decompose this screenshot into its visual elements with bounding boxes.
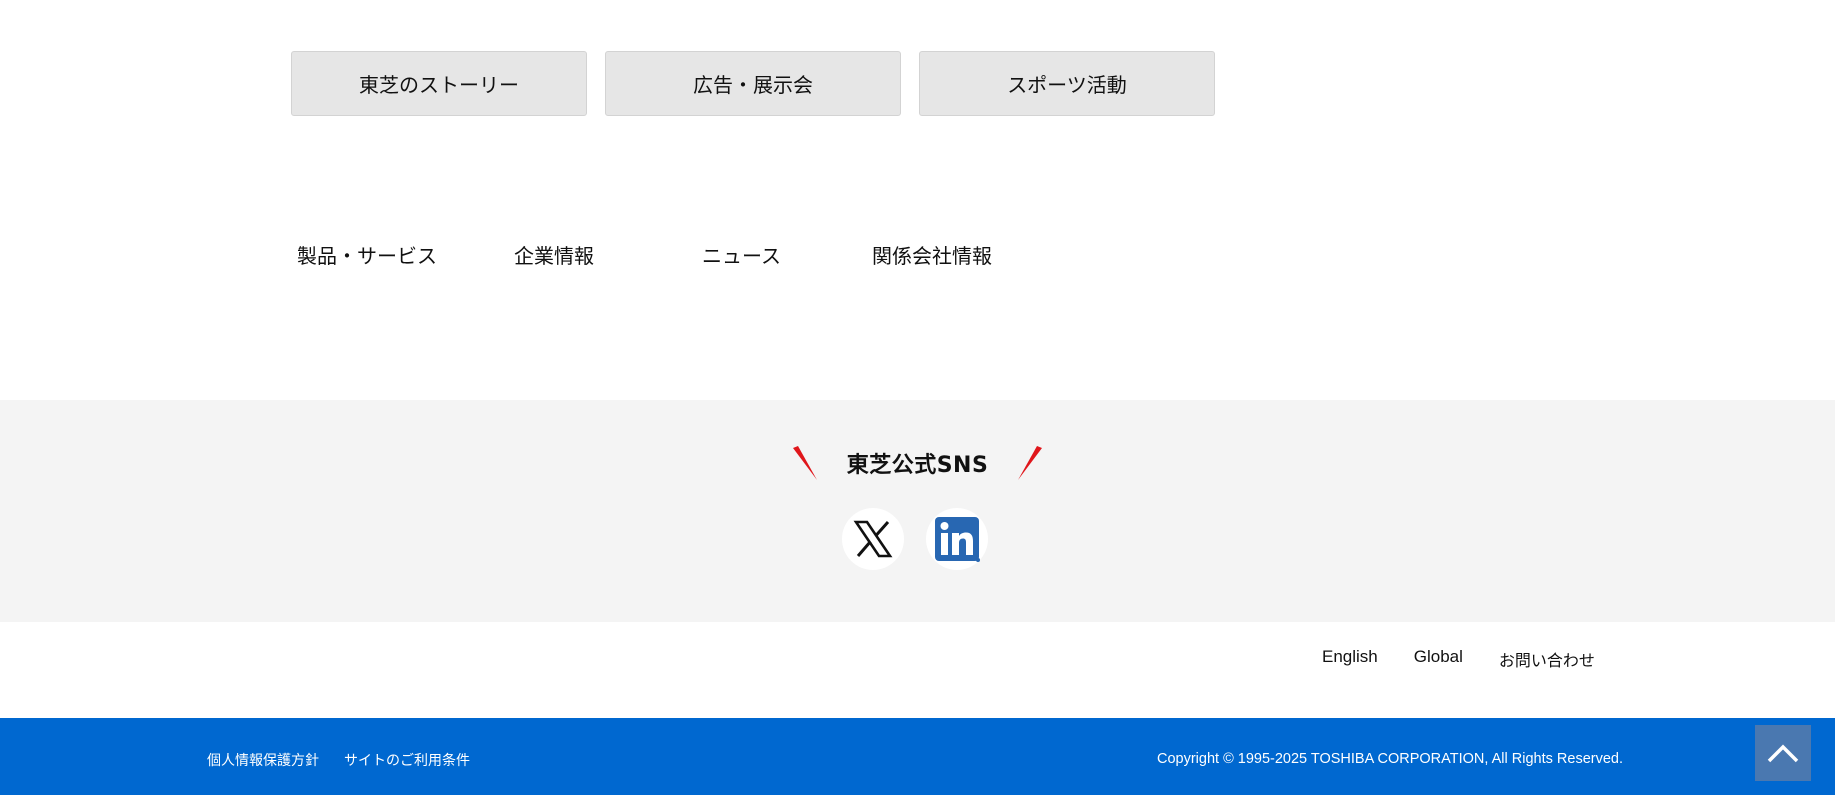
nav-news[interactable]: ニュース [702, 240, 872, 269]
sns-icons [0, 508, 1835, 570]
x-logo-icon[interactable] [841, 508, 904, 570]
back-to-top-button[interactable] [1755, 725, 1811, 781]
terms-of-use-link[interactable]: サイトのご利用条件 [344, 750, 470, 770]
chevron-up-icon [1767, 744, 1799, 763]
right-slash-icon [1018, 446, 1043, 480]
utility-links: English Global お問い合わせ [1322, 647, 1595, 671]
english-link[interactable]: English [1322, 647, 1378, 671]
nav-company-info[interactable]: 企業情報 [514, 240, 702, 269]
x-logo-glyph [853, 520, 892, 558]
sns-title: 東芝公式SNS [846, 453, 989, 478]
nav-affiliates[interactable]: 関係会社情報 [872, 240, 1032, 269]
nav-products-services[interactable]: 製品・サービス [297, 240, 514, 269]
contact-link[interactable]: お問い合わせ [1499, 647, 1595, 671]
linkedin-logo-icon[interactable] [925, 508, 988, 570]
footer-bar: 個人情報保護方針 サイトのご利用条件 Copyright © 1995-2025… [0, 718, 1835, 795]
category-nav: 製品・サービス 企業情報 ニュース 関係会社情報 [297, 240, 1032, 269]
privacy-policy-link[interactable]: 個人情報保護方針 [207, 750, 319, 770]
footer-links: 個人情報保護方針 サイトのご利用条件 [207, 750, 470, 770]
sns-title-row: 東芝公式SNS [0, 446, 1835, 480]
copyright-text: Copyright © 1995-2025 TOSHIBA CORPORATIO… [1156, 751, 1623, 767]
story-button[interactable]: 東芝のストーリー [291, 51, 587, 116]
page: 東芝のストーリー 広告・展示会 スポーツ活動 製品・サービス 企業情報 ニュース… [0, 0, 1835, 795]
sports-button[interactable]: スポーツ活動 [919, 51, 1215, 116]
linkedin-logo-glyph [934, 517, 980, 562]
global-link[interactable]: Global [1414, 647, 1463, 671]
sns-section: 東芝公式SNS [0, 400, 1835, 622]
ads-exhibitions-button[interactable]: 広告・展示会 [605, 51, 901, 116]
top-link-buttons: 東芝のストーリー 広告・展示会 スポーツ活動 [291, 51, 1215, 116]
left-slash-icon [792, 446, 817, 480]
